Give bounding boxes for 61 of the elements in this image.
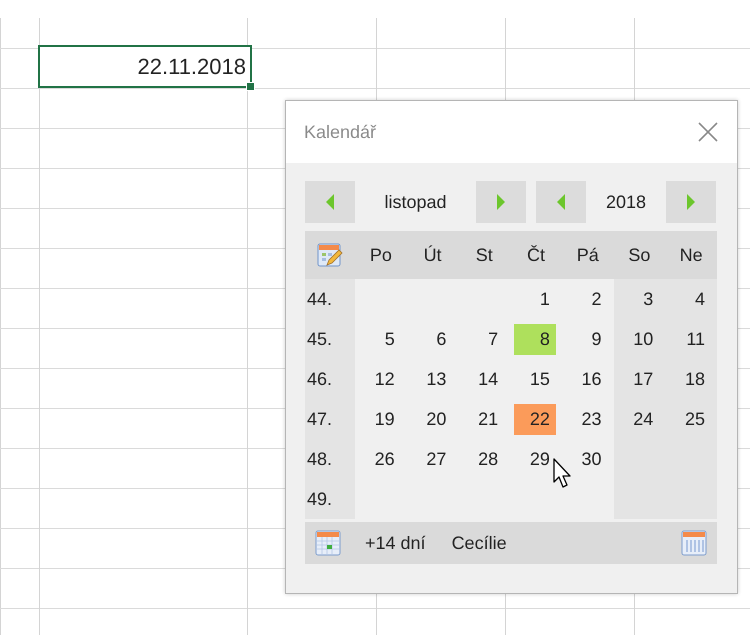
triangle-left-icon bbox=[325, 193, 335, 211]
day-cell[interactable]: 17 bbox=[617, 364, 660, 394]
day-cell[interactable]: 5 bbox=[358, 324, 401, 354]
day-cell[interactable]: 18 bbox=[669, 364, 711, 394]
day-cell[interactable]: 25 bbox=[669, 404, 711, 434]
calendar-icon[interactable] bbox=[315, 530, 341, 556]
triangle-right-icon bbox=[686, 193, 696, 211]
week-number: 47. bbox=[306, 408, 334, 430]
week-number: 45. bbox=[306, 328, 334, 350]
month-label: listopad bbox=[383, 192, 448, 212]
weekday-header: So bbox=[614, 231, 666, 279]
day-cell[interactable]: 26 bbox=[358, 444, 401, 474]
day-cell[interactable]: 2 bbox=[566, 284, 608, 314]
name-day: Cecílie bbox=[452, 532, 507, 554]
day-cell[interactable]: 11 bbox=[669, 324, 711, 354]
next-month-button[interactable] bbox=[476, 181, 526, 223]
day-cell[interactable]: 4 bbox=[669, 284, 711, 314]
previous-year-button[interactable] bbox=[536, 181, 586, 223]
week-number: 46. bbox=[306, 368, 334, 390]
selected-cell[interactable]: 22.11.2018 bbox=[38, 45, 252, 88]
day-cell[interactable]: 12 bbox=[358, 364, 401, 394]
weekday-header: St bbox=[458, 231, 510, 279]
day-cell[interactable]: 7 bbox=[462, 324, 504, 354]
day-cell[interactable]: 22 bbox=[514, 404, 556, 434]
day-cell[interactable]: 16 bbox=[566, 364, 608, 394]
weekday-header: Pá bbox=[562, 231, 614, 279]
day-cell[interactable]: 10 bbox=[617, 324, 660, 354]
day-cell[interactable]: 21 bbox=[462, 404, 504, 434]
day-cell[interactable]: 6 bbox=[410, 324, 452, 354]
weekday-header: Út bbox=[406, 231, 458, 279]
day-cell[interactable]: 1 bbox=[514, 284, 556, 314]
weekday-header: Po bbox=[355, 231, 407, 279]
week-number: 48. bbox=[306, 448, 334, 470]
triangle-left-icon bbox=[556, 193, 566, 211]
next-year-button[interactable] bbox=[666, 181, 716, 223]
day-cell[interactable]: 13 bbox=[410, 364, 452, 394]
day-cell[interactable]: 14 bbox=[462, 364, 504, 394]
year-label: 2018 bbox=[604, 192, 648, 212]
day-cell[interactable]: 23 bbox=[566, 404, 608, 434]
calendar-pencil-icon[interactable] bbox=[317, 242, 343, 268]
day-cell[interactable]: 27 bbox=[410, 444, 452, 474]
day-cell[interactable]: 28 bbox=[462, 444, 504, 474]
day-cell[interactable]: 9 bbox=[566, 324, 608, 354]
day-cell[interactable]: 24 bbox=[617, 404, 660, 434]
day-cell[interactable]: 29 bbox=[514, 444, 556, 474]
week-number: 49. bbox=[306, 488, 334, 510]
weekday-header: Ne bbox=[665, 231, 717, 279]
week-number: 44. bbox=[306, 288, 334, 310]
day-offset: +14 dní bbox=[365, 532, 426, 554]
previous-month-button[interactable] bbox=[305, 181, 355, 223]
weekday-header: Čt bbox=[510, 231, 562, 279]
day-cell[interactable]: 20 bbox=[410, 404, 452, 434]
triangle-right-icon bbox=[496, 193, 506, 211]
calendar-icon[interactable] bbox=[681, 530, 707, 556]
day-cell[interactable]: 8 bbox=[514, 324, 556, 354]
dialog-title: Kalendář bbox=[304, 122, 376, 142]
day-cell[interactable]: 19 bbox=[358, 404, 401, 434]
day-cell[interactable]: 3 bbox=[617, 284, 660, 314]
day-cell[interactable]: 30 bbox=[566, 444, 608, 474]
close-icon[interactable] bbox=[697, 121, 719, 143]
day-cell[interactable]: 15 bbox=[514, 364, 556, 394]
